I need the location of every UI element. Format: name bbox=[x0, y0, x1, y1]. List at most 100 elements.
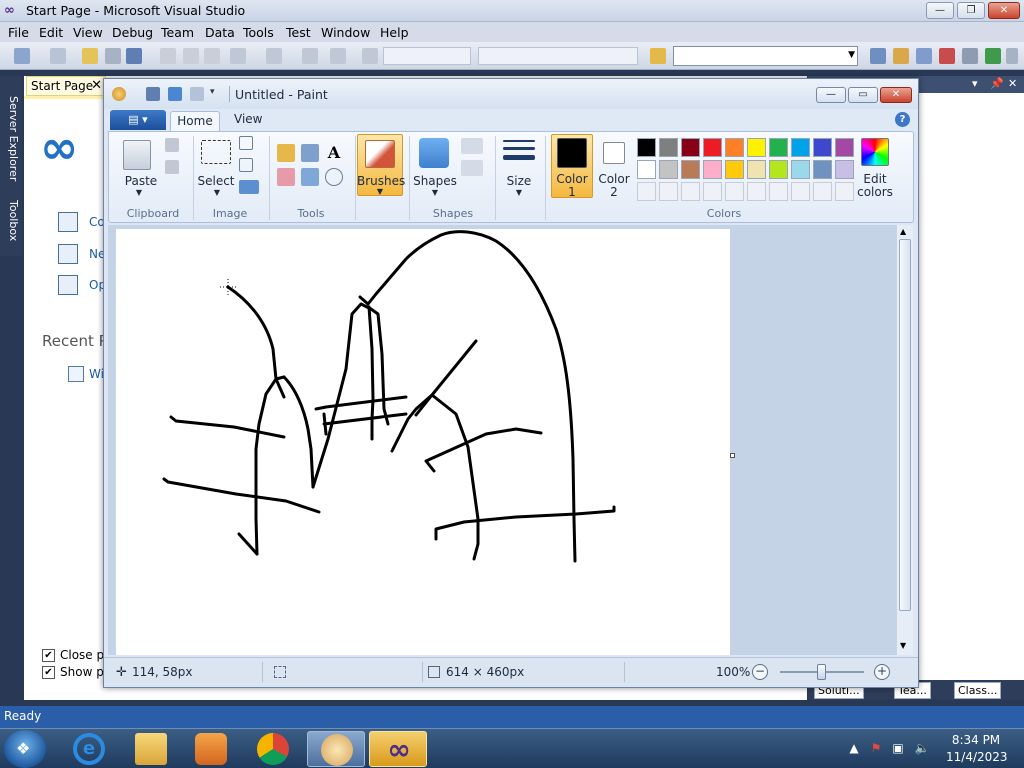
custom-color-slot[interactable] bbox=[725, 182, 744, 201]
chevron-down-icon[interactable]: ▼ bbox=[848, 50, 855, 60]
toolbox-toolbar-icon[interactable] bbox=[939, 48, 955, 64]
shapes-button-label[interactable]: Shapes bbox=[413, 174, 457, 188]
pencil-icon[interactable] bbox=[277, 144, 295, 162]
paint-maximize-button[interactable]: ▭ bbox=[848, 87, 878, 103]
zoom-in-icon[interactable]: + bbox=[874, 664, 890, 680]
chevron-down-icon[interactable]: ▼ bbox=[129, 188, 149, 197]
customize-quick-access-icon[interactable]: ▾ bbox=[210, 87, 224, 101]
palette-swatch[interactable] bbox=[835, 160, 854, 179]
properties-icon[interactable] bbox=[893, 48, 909, 64]
palette-swatch[interactable] bbox=[791, 160, 810, 179]
close-icon[interactable]: ✕ bbox=[91, 78, 102, 93]
custom-color-slot[interactable] bbox=[637, 182, 656, 201]
magnifier-icon[interactable] bbox=[325, 168, 343, 186]
paint-minimize-button[interactable]: — bbox=[816, 87, 846, 103]
outline-icon[interactable] bbox=[461, 138, 483, 154]
color1-number[interactable]: 1 bbox=[551, 185, 593, 199]
palette-swatch[interactable] bbox=[659, 160, 678, 179]
new-project-icon[interactable] bbox=[14, 48, 30, 64]
close-icon[interactable]: ✕ bbox=[1008, 77, 1017, 90]
show-hidden-icons-icon[interactable]: ▲ bbox=[846, 741, 862, 757]
paint-file-menu-button[interactable]: ▤ ▾ bbox=[110, 110, 166, 130]
tab-view[interactable]: View bbox=[234, 112, 262, 126]
object-browser-icon[interactable] bbox=[916, 48, 932, 64]
menu-tools[interactable]: Tools bbox=[243, 25, 274, 40]
custom-color-slot[interactable] bbox=[769, 182, 788, 201]
toolbox-tab[interactable]: Toolbox bbox=[2, 200, 20, 241]
menu-team[interactable]: Team bbox=[161, 25, 194, 40]
color2-swatch[interactable] bbox=[603, 142, 625, 164]
clock-date[interactable]: 11/4/2023 bbox=[946, 750, 1008, 764]
menu-debug[interactable]: Debug bbox=[112, 25, 153, 40]
paste-icon[interactable] bbox=[123, 140, 151, 170]
crop-icon[interactable] bbox=[239, 136, 253, 150]
edit-colors-label-2[interactable]: colors bbox=[853, 185, 897, 199]
color2-number[interactable]: 2 bbox=[593, 185, 635, 199]
paste-button-label[interactable]: Paste bbox=[121, 174, 161, 188]
volume-muted-icon[interactable]: 🔈 bbox=[914, 741, 930, 757]
color2-label[interactable]: Color bbox=[593, 172, 635, 186]
menu-test[interactable]: Test bbox=[286, 25, 311, 40]
color-picker-icon[interactable] bbox=[301, 168, 319, 186]
palette-swatch[interactable] bbox=[813, 160, 832, 179]
color1-label[interactable]: Color bbox=[551, 172, 593, 186]
palette-swatch[interactable] bbox=[703, 160, 722, 179]
network-icon[interactable]: ▣ bbox=[890, 741, 906, 757]
rotate-icon[interactable] bbox=[239, 180, 259, 194]
extension-manager-icon[interactable] bbox=[962, 48, 978, 64]
edit-colors-icon[interactable] bbox=[861, 138, 889, 166]
canvas-vertical-scrollbar[interactable]: ▲ ▼ bbox=[896, 225, 913, 655]
palette-swatch[interactable] bbox=[725, 138, 744, 157]
paste-icon[interactable] bbox=[204, 48, 220, 64]
scroll-down-icon[interactable]: ▼ bbox=[900, 641, 906, 650]
taskbar-chrome[interactable] bbox=[244, 731, 302, 767]
custom-color-slot[interactable] bbox=[813, 182, 832, 201]
tab-home[interactable]: Home bbox=[170, 111, 220, 132]
taskbar-internet-explorer[interactable]: e bbox=[60, 731, 118, 767]
palette-swatch[interactable] bbox=[747, 160, 766, 179]
navigate-forward-icon[interactable] bbox=[330, 48, 346, 64]
chevron-down-icon[interactable]: ▼ bbox=[370, 187, 390, 196]
taskbar-paint[interactable] bbox=[307, 731, 365, 767]
solution-platform-dropdown[interactable] bbox=[478, 47, 638, 65]
zoom-slider-thumb[interactable] bbox=[817, 664, 826, 680]
save-all-icon[interactable] bbox=[126, 48, 142, 64]
menu-help[interactable]: Help bbox=[380, 25, 409, 40]
menu-edit[interactable]: Edit bbox=[39, 25, 63, 40]
select-button-label[interactable]: Select bbox=[195, 174, 237, 188]
toolbar-overflow-icon[interactable] bbox=[1006, 48, 1018, 64]
cut-icon[interactable] bbox=[160, 48, 176, 64]
drawing-canvas[interactable] bbox=[116, 229, 730, 655]
palette-swatch[interactable] bbox=[681, 160, 700, 179]
palette-swatch[interactable] bbox=[813, 138, 832, 157]
custom-color-slot[interactable] bbox=[791, 182, 810, 201]
checkbox-check-icon[interactable]: ✔ bbox=[42, 666, 55, 679]
start-button[interactable]: ❖ bbox=[4, 730, 46, 768]
vs-minimize-button[interactable]: — bbox=[926, 2, 954, 19]
palette-swatch[interactable] bbox=[791, 138, 810, 157]
save-icon[interactable] bbox=[105, 48, 121, 64]
palette-swatch[interactable] bbox=[703, 138, 722, 157]
fill-icon[interactable] bbox=[301, 144, 319, 162]
navigate-backward-icon[interactable] bbox=[302, 48, 318, 64]
vs-close-button[interactable]: ✕ bbox=[988, 2, 1020, 19]
menu-window[interactable]: Window bbox=[321, 25, 370, 40]
quick-save-icon[interactable] bbox=[146, 87, 160, 101]
chevron-down-icon[interactable]: ▼ bbox=[207, 188, 227, 197]
taskbar-file-explorer[interactable] bbox=[122, 731, 180, 767]
tab-start-page[interactable]: Start Page ✕ bbox=[26, 76, 106, 96]
tab-class-view[interactable]: Class... bbox=[954, 682, 1002, 699]
menu-file[interactable]: File bbox=[8, 25, 29, 40]
chevron-down-icon[interactable]: ▾ bbox=[972, 77, 978, 90]
find-in-files-icon[interactable] bbox=[650, 48, 666, 64]
solution-explorer-icon[interactable] bbox=[870, 48, 886, 64]
undo-icon[interactable] bbox=[230, 48, 246, 64]
vs-restore-button[interactable]: ❐ bbox=[957, 2, 985, 19]
palette-swatch[interactable] bbox=[835, 138, 854, 157]
paint-close-button[interactable]: ✕ bbox=[880, 87, 912, 103]
canvas-resize-handle[interactable] bbox=[730, 453, 735, 458]
brush-icon[interactable] bbox=[365, 140, 395, 168]
taskbar-media-player[interactable] bbox=[182, 731, 240, 767]
add-item-icon[interactable] bbox=[50, 48, 66, 64]
clock-time[interactable]: 8:34 PM bbox=[946, 733, 1006, 747]
